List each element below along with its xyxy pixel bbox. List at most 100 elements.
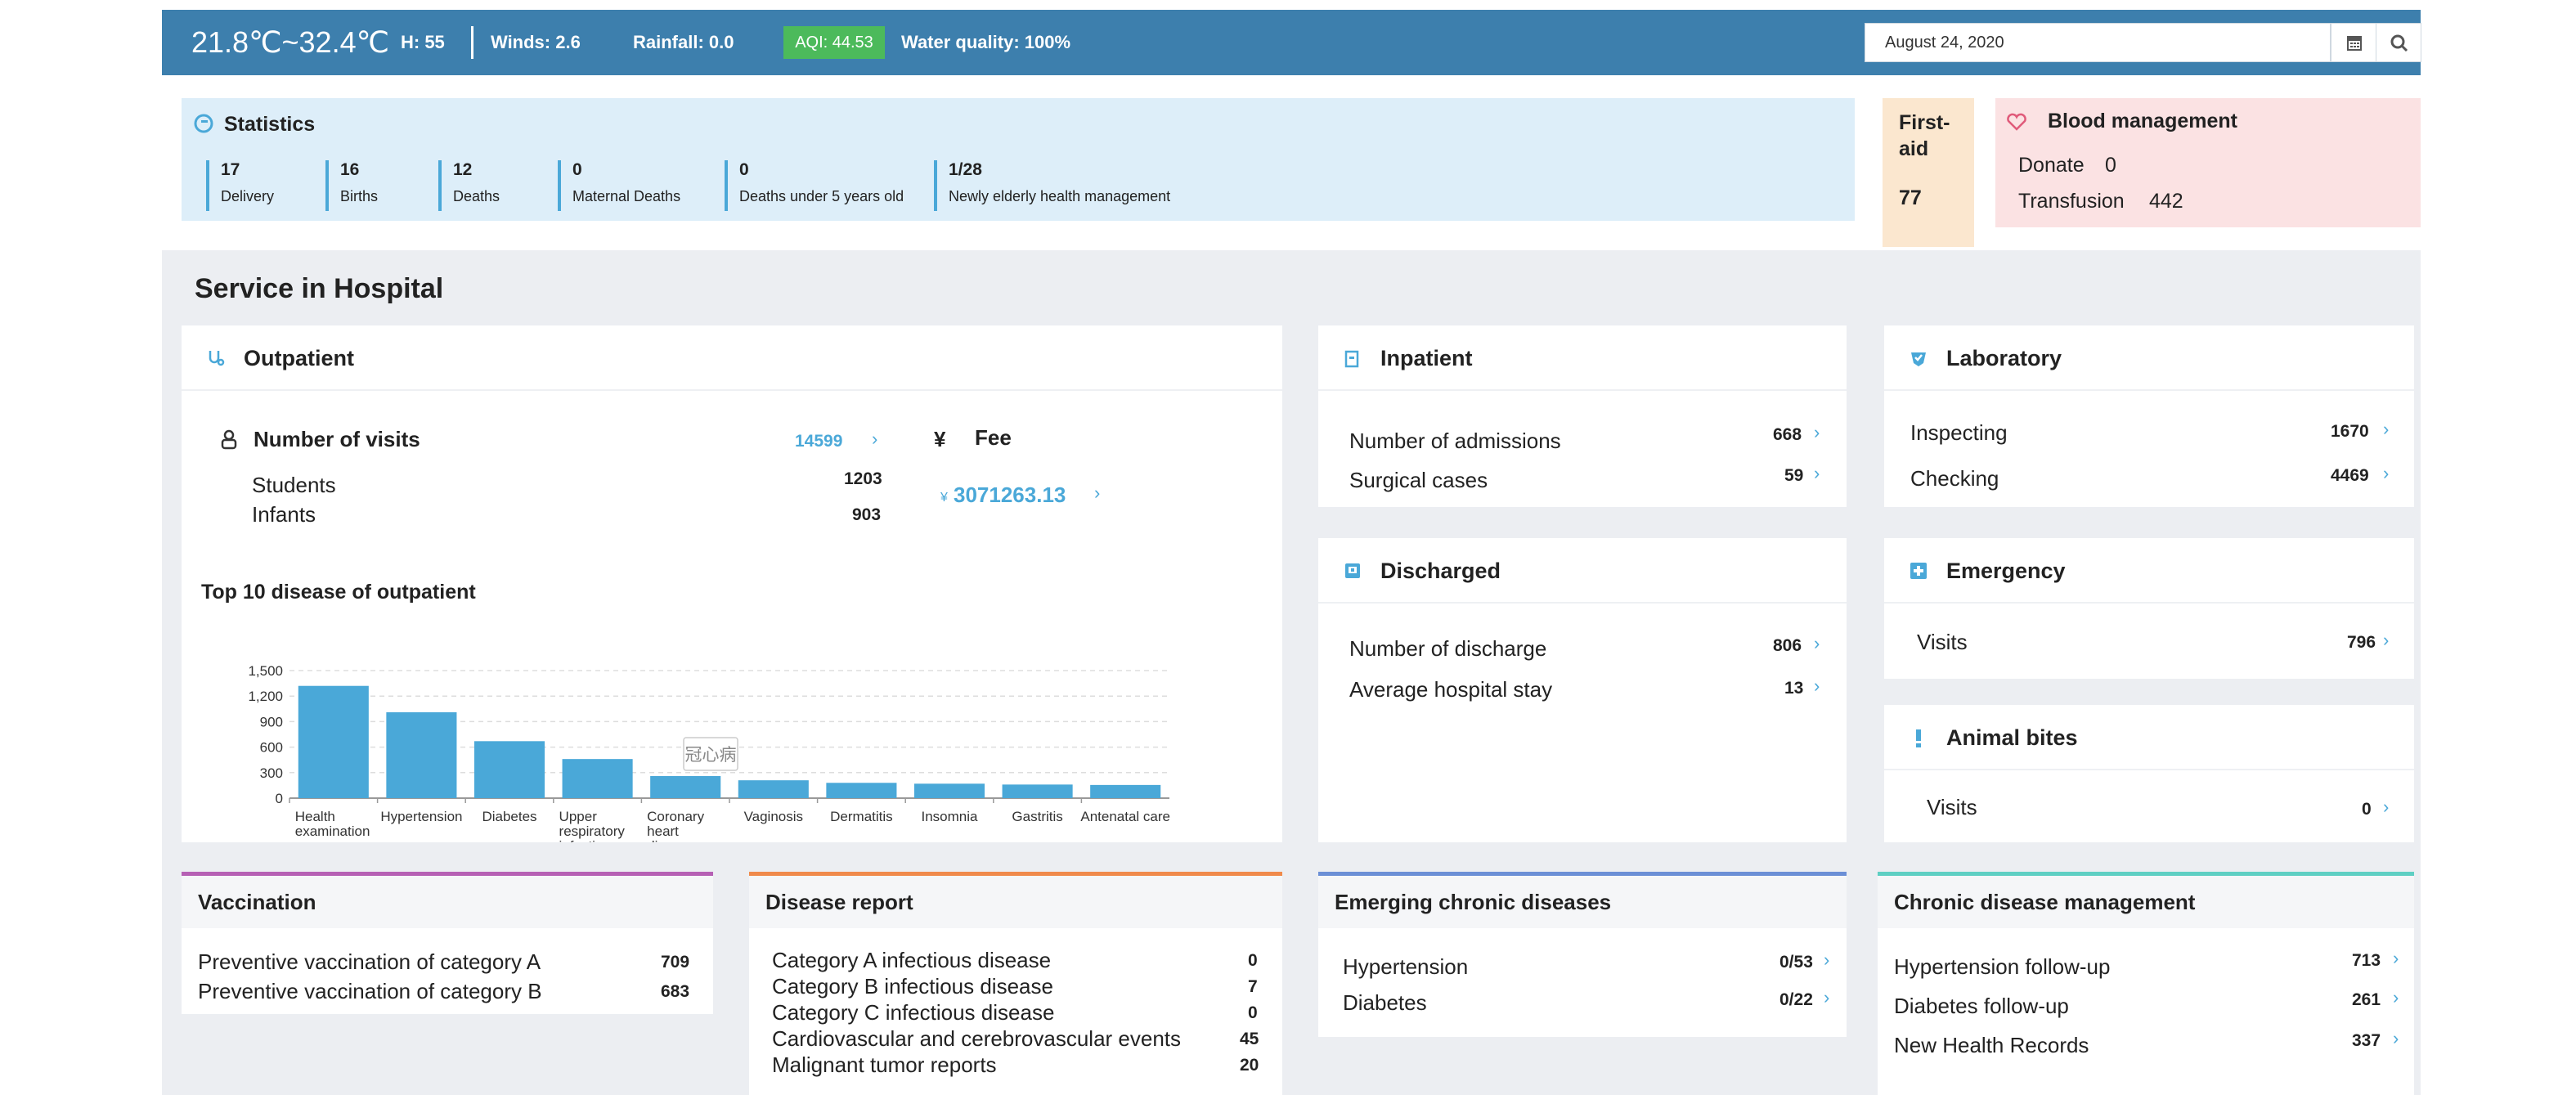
chevron-right-icon[interactable]: › xyxy=(1814,633,1820,654)
chart-x-axis: Health examination Hypertension Diabetes Upp… xyxy=(289,798,1170,842)
fee-value[interactable]: 3071263.13 xyxy=(954,482,1066,508)
disease-report-title: Disease report xyxy=(765,890,913,914)
chevron-right-icon[interactable]: › xyxy=(2383,419,2389,440)
y-tick-label: 900 xyxy=(260,714,283,729)
diabetes-followup-value[interactable]: 261 xyxy=(2352,990,2381,1010)
outpatient-header: Outpatient xyxy=(182,325,1282,391)
date-value: August 24, 2020 xyxy=(1885,34,2004,52)
chevron-right-icon[interactable]: › xyxy=(1814,422,1820,443)
chevron-right-icon[interactable]: › xyxy=(2383,797,2389,818)
emerging-diabetes-label: Diabetes xyxy=(1343,990,1427,1015)
transfusion-label: Transfusion xyxy=(2018,190,2125,213)
chevron-right-icon[interactable]: › xyxy=(1094,482,1100,504)
chart-bar[interactable] xyxy=(386,711,457,798)
stat-label: Delivery xyxy=(221,188,275,204)
animal-visits-value[interactable]: 0 xyxy=(2362,800,2372,819)
stat-value: 1/28 xyxy=(949,160,982,179)
humidity: H: 55 xyxy=(401,32,445,52)
divider xyxy=(471,26,473,59)
chart-bar[interactable] xyxy=(650,775,721,798)
chevron-right-icon[interactable]: › xyxy=(2393,1028,2399,1049)
chevron-right-icon[interactable]: › xyxy=(1814,675,1820,697)
chevron-right-icon[interactable]: › xyxy=(2383,463,2389,484)
hypertension-followup-value[interactable]: 713 xyxy=(2352,951,2381,971)
disease-c-value[interactable]: 0 xyxy=(1248,1003,1258,1023)
yen-icon: ¥ xyxy=(934,427,946,451)
disease-c-label: Category C infectious disease xyxy=(772,1000,1055,1025)
vaccination-b-value[interactable]: 683 xyxy=(661,982,689,1002)
diabetes-followup-label: Diabetes follow-up xyxy=(1894,994,2069,1018)
disease-report-panel: Disease report Category A infectious dis… xyxy=(749,872,1282,1095)
surgical-value[interactable]: 59 xyxy=(1784,466,1803,486)
chevron-right-icon[interactable]: › xyxy=(2393,948,2399,969)
inspecting-value[interactable]: 1670 xyxy=(2331,422,2369,442)
chart-bar[interactable] xyxy=(473,741,545,798)
checking-value[interactable]: 4469 xyxy=(2331,466,2369,486)
transfusion-value[interactable]: 442 xyxy=(2149,190,2183,213)
tooltip-text: 冠心病 xyxy=(685,746,737,765)
y-tick-label: 300 xyxy=(260,765,283,781)
checking-label: Checking xyxy=(1910,466,1999,491)
discharge-icon xyxy=(1345,563,1360,578)
aqi-badge: AQI: 44.53 xyxy=(783,26,885,59)
visits-value[interactable]: 14599 xyxy=(795,432,842,451)
hypertension-followup-label: Hypertension follow-up xyxy=(1894,954,2111,979)
stat-label: Newly elderly health management xyxy=(949,188,1171,204)
x-tick-label: Dermatitis xyxy=(830,809,893,824)
calendar-button[interactable] xyxy=(2331,23,2376,62)
laboratory-title: Laboratory xyxy=(1946,346,2062,370)
chart-bar[interactable] xyxy=(298,685,369,798)
disease-a-value[interactable]: 0 xyxy=(1248,951,1258,971)
emergency-visits-value[interactable]: 796 xyxy=(2347,633,2376,653)
inpatient-title: Inpatient xyxy=(1380,346,1473,370)
vaccination-b-label: Preventive vaccination of category B xyxy=(198,979,542,1003)
laboratory-header: Laboratory xyxy=(1884,325,2414,391)
average-stay-value[interactable]: 13 xyxy=(1784,679,1803,698)
discharge-count-value[interactable]: 806 xyxy=(1773,636,1802,656)
tumor-reports-value[interactable]: 20 xyxy=(1240,1056,1259,1075)
weather-bar: 21.8℃~32.4℃ H: 55 Winds: 2.6 Rainfall: 0… xyxy=(162,10,2421,75)
chevron-right-icon[interactable]: › xyxy=(1824,987,1829,1008)
donate-label: Donate xyxy=(2018,154,2085,177)
x-tick-label: Vaginosis xyxy=(744,809,803,824)
chart-bar[interactable] xyxy=(913,783,985,798)
chevron-right-icon[interactable]: › xyxy=(2383,630,2389,651)
cardio-events-value[interactable]: 45 xyxy=(1240,1030,1259,1049)
chronic-management-panel: Chronic disease management Hypertension … xyxy=(1878,872,2414,1095)
health-records-value[interactable]: 337 xyxy=(2352,1031,2381,1051)
stat-value: 17 xyxy=(221,160,240,179)
emerging-hypertension-value[interactable]: 0/53 xyxy=(1779,953,1813,972)
x-tick-label: Insomnia xyxy=(922,809,979,824)
first-aid-panel[interactable]: First-aid 77 xyxy=(1883,98,1974,247)
emergency-visits-label: Visits xyxy=(1917,630,1968,654)
chevron-right-icon[interactable]: › xyxy=(1814,463,1820,484)
health-records-label: New Health Records xyxy=(1894,1033,2089,1057)
infants-value: 903 xyxy=(852,505,882,524)
admissions-value[interactable]: 668 xyxy=(1773,425,1802,445)
donate-value[interactable]: 0 xyxy=(2105,154,2116,177)
stat-value: 0 xyxy=(572,160,582,179)
chart-bar[interactable] xyxy=(1002,784,1073,798)
chart-bar[interactable] xyxy=(826,783,897,798)
disease-b-value[interactable]: 7 xyxy=(1248,977,1258,997)
service-title: Service in Hospital xyxy=(195,273,444,304)
emerging-diabetes-value[interactable]: 0/22 xyxy=(1779,990,1813,1010)
chart-bar[interactable] xyxy=(738,780,809,798)
plus-square-icon xyxy=(1910,563,1927,579)
chevron-right-icon[interactable]: › xyxy=(1824,949,1829,971)
chart-bar[interactable] xyxy=(1090,784,1161,798)
rainfall: Rainfall: 0.0 xyxy=(633,32,734,52)
stat-maternal-deaths: 0 Maternal Deaths xyxy=(558,160,680,211)
date-input[interactable]: August 24, 2020 xyxy=(1865,23,2331,62)
search-button[interactable] xyxy=(2376,23,2421,62)
x-tick-label: Antenatal care xyxy=(1080,809,1170,824)
inspecting-label: Inspecting xyxy=(1910,420,2008,445)
chart-bar[interactable] xyxy=(562,759,633,798)
statistics-icon xyxy=(194,114,213,133)
chevron-right-icon[interactable]: › xyxy=(2393,987,2399,1008)
y-tick-label: 600 xyxy=(260,740,283,756)
chevron-right-icon[interactable]: › xyxy=(872,429,877,450)
vaccination-a-value[interactable]: 709 xyxy=(661,953,689,972)
winds: Winds: 2.6 xyxy=(491,32,581,52)
visits-label: Number of visits xyxy=(254,427,420,451)
